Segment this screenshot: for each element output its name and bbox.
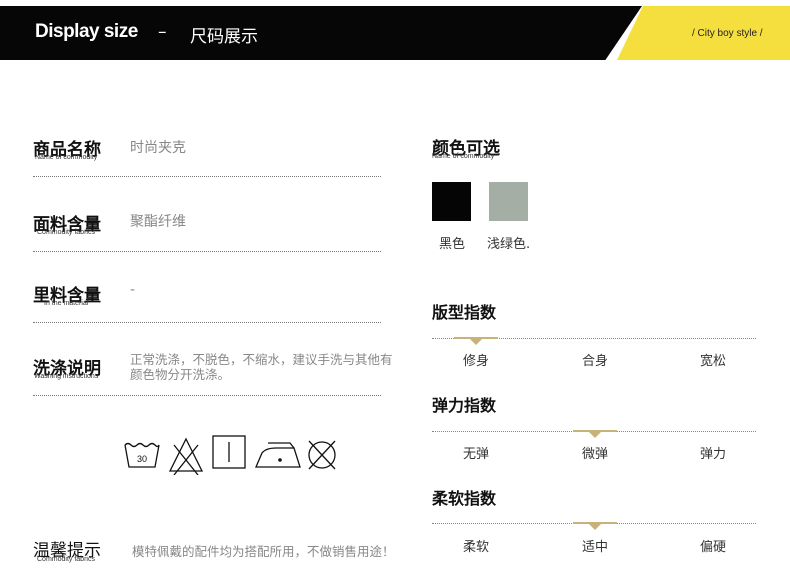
divider <box>33 322 381 323</box>
info-value: 时尚夹克 <box>130 140 186 156</box>
color-swatch-label: 浅绿色. <box>487 237 531 252</box>
header-subtitle: 尺码展示 <box>190 27 258 47</box>
softness-option: 偏硬 <box>699 540 726 555</box>
divider <box>33 395 381 396</box>
elasticity-index-marker <box>573 430 617 438</box>
softness-index-title: 柔软指数 <box>432 489 497 508</box>
header-dash: – <box>158 22 167 42</box>
elasticity-option: 弹力 <box>699 447 726 462</box>
no-dry-clean-icon <box>306 435 338 471</box>
info-value: 聚酯纤维 <box>130 214 186 230</box>
fit-index-title: 版型指数 <box>432 303 497 322</box>
info-value: - <box>130 282 136 298</box>
info-label-en: Washing instructions <box>34 373 99 380</box>
info-label-en: Commodity fabrics <box>37 229 95 236</box>
color-swatch-black[interactable] <box>432 182 471 221</box>
elasticity-option: 微弹 <box>581 447 608 462</box>
iron-icon <box>254 435 302 471</box>
softness-option: 柔软 <box>462 540 489 555</box>
info-label-en: Name of commodity <box>35 154 98 161</box>
notice-value: 模特佩戴的配件均为搭配所用，不做销售用途！ <box>132 544 395 559</box>
header-title: Display size <box>35 21 138 42</box>
wash-30-icon: 30 <box>123 435 161 469</box>
softness-index-marker <box>573 522 617 530</box>
tumble-dry-icon <box>212 435 246 471</box>
header-tag: / City boy style / <box>692 28 763 39</box>
no-bleach-icon <box>168 435 204 475</box>
info-value: 正常洗涤，不脱色，不缩水，建议手洗与其他有颜色物分开洗涤。 <box>130 352 393 382</box>
divider <box>33 176 381 177</box>
info-label-en: In the material <box>44 300 89 307</box>
fit-index-marker <box>454 337 498 345</box>
fit-option: 合身 <box>581 354 608 369</box>
fit-option: 修身 <box>462 354 489 369</box>
elasticity-index-title: 弹力指数 <box>432 396 497 415</box>
color-swatch-light-green[interactable] <box>489 182 528 221</box>
header-banner: Display size – 尺码展示 / City boy style / <box>0 6 790 60</box>
color-swatch-label: 黑色 <box>439 237 466 252</box>
wash-temp-label: 30 <box>137 454 147 464</box>
fit-option: 宽松 <box>699 354 726 369</box>
softness-option: 适中 <box>581 540 608 555</box>
notice-label-en: Commodity fabrics <box>37 556 95 563</box>
colors-title-en: Name of commodity <box>432 153 495 160</box>
elasticity-option: 无弹 <box>462 447 489 462</box>
divider <box>33 251 381 252</box>
